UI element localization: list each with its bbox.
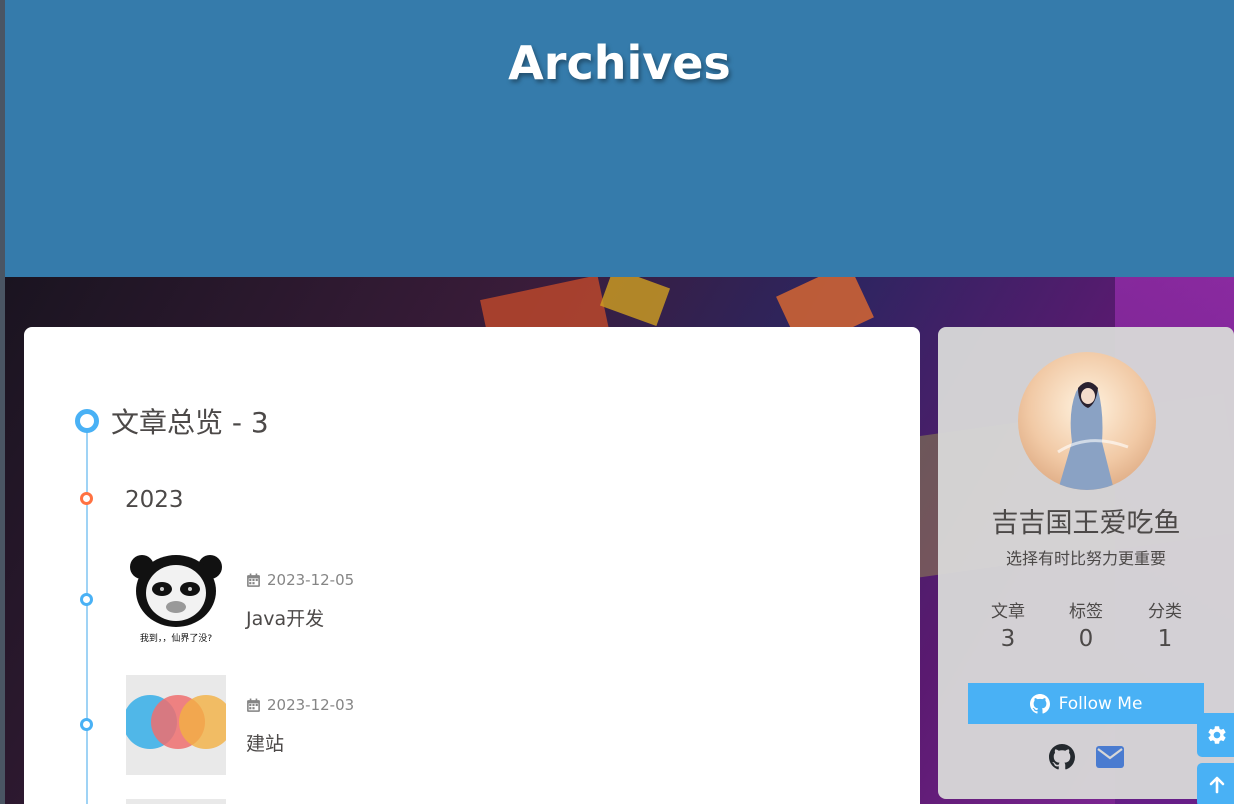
arrow-up-icon: [1209, 776, 1225, 794]
author-card: 吉吉国王爱吃鱼 选择有时比努力更重要 文章 3 标签 0 分类 1 Follow…: [938, 327, 1234, 799]
github-icon: [1049, 744, 1075, 770]
back-to-top-button[interactable]: [1197, 763, 1234, 804]
archive-card: 文章总览 - 3 2023 我到，，仙界了没? 2023-12-05 Java开…: [24, 327, 920, 804]
calendar-icon: [247, 573, 260, 587]
stat-label: 文章: [991, 602, 1025, 622]
post-thumbnail-partial[interactable]: [126, 799, 226, 804]
follow-me-label: Follow Me: [1058, 693, 1143, 714]
calendar-icon: [247, 698, 260, 712]
post-date: 2023-12-03: [246, 696, 354, 714]
post-title-link[interactable]: Java开发: [246, 604, 324, 631]
timeline-head-dot: [75, 409, 99, 433]
window-edge: [0, 0, 5, 804]
post-date-text: 2023-12-05: [267, 571, 355, 589]
page-header: Archives: [5, 0, 1234, 277]
author-description: 选择有时比努力更重要: [1005, 549, 1166, 568]
stat-label: 分类: [1148, 602, 1182, 622]
gear-icon: [1208, 726, 1226, 744]
year-label: 2023: [125, 487, 184, 513]
github-link[interactable]: [1048, 743, 1076, 771]
github-icon: [1029, 693, 1050, 714]
page-title: Archives: [508, 36, 731, 90]
settings-button[interactable]: [1197, 713, 1234, 757]
thumbnail-caption: 我到，，仙界了没?: [139, 634, 213, 644]
author-name: 吉吉国王爱吃鱼: [991, 508, 1181, 539]
stat-articles[interactable]: 文章 3: [968, 597, 1048, 652]
year-dot: [80, 492, 93, 505]
email-link[interactable]: [1096, 743, 1124, 771]
stat-tags[interactable]: 标签 0: [1046, 597, 1126, 652]
post-dot: [80, 593, 93, 606]
post-date: 2023-12-05: [246, 571, 354, 589]
post-title-link[interactable]: 建站: [246, 729, 284, 756]
follow-me-button[interactable]: Follow Me: [968, 683, 1204, 724]
post-date-text: 2023-12-03: [267, 696, 355, 714]
stat-value: 0: [1078, 626, 1094, 652]
post-dot: [80, 718, 93, 731]
timeline-line: [86, 422, 88, 804]
envelope-icon: [1096, 746, 1124, 768]
post-thumbnail-circles[interactable]: [126, 675, 226, 775]
stat-value: 3: [1000, 626, 1016, 652]
stat-label: 标签: [1069, 602, 1103, 622]
stat-categories[interactable]: 分类 1: [1125, 597, 1205, 652]
avatar[interactable]: [1018, 352, 1156, 490]
archive-heading: 文章总览 - 3: [111, 406, 269, 439]
stat-value: 1: [1157, 626, 1173, 652]
post-thumbnail-panda[interactable]: 我到，，仙界了没?: [126, 549, 226, 649]
